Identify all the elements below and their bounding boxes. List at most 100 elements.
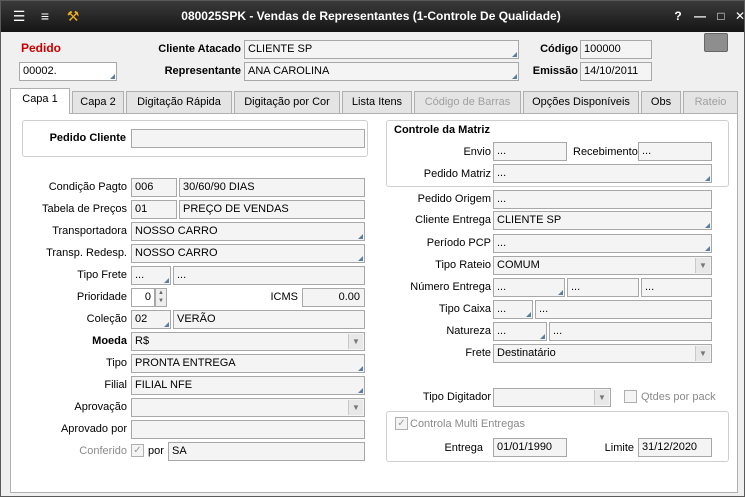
- prioridade-field[interactable]: 0: [131, 288, 155, 307]
- tabela-precos-desc[interactable]: PREÇO DE VENDAS: [179, 200, 365, 219]
- tipo-digitador-label: Tipo Digitador: [422, 391, 491, 403]
- controle-matriz-title: Controle da Matriz: [394, 124, 490, 136]
- pedido-field[interactable]: 00002.: [19, 62, 117, 81]
- emissao-field[interactable]: 14/10/2011: [580, 62, 652, 81]
- traffic-light-icon[interactable]: ≡: [35, 7, 55, 25]
- transportadora-label: Transportadora: [52, 225, 127, 237]
- close-button[interactable]: ✕: [731, 7, 745, 25]
- tipo-frete-label: Tipo Frete: [77, 269, 127, 281]
- transp-redesp-label: Transp. Redesp.: [46, 247, 127, 259]
- qtdes-por-pack-label: Qtdes por pack: [641, 391, 716, 403]
- tab-digitacao-por-cor[interactable]: Digitação por Cor: [234, 91, 340, 113]
- prioridade-label: Prioridade: [76, 291, 127, 303]
- tipo-rateio-value: COMUM: [497, 259, 540, 271]
- envio-label: Envio: [463, 146, 491, 158]
- tabela-precos-code[interactable]: 01: [131, 200, 177, 219]
- tipo-rateio-select[interactable]: COMUM ▼: [493, 256, 712, 275]
- tab-obs[interactable]: Obs: [641, 91, 681, 113]
- title-bar: ☰ ≡ ⚒ 080025SPK - Vendas de Representant…: [1, 1, 745, 32]
- cliente-value: CLIENTE SP: [248, 43, 313, 55]
- tipo-caixa-desc[interactable]: ...: [535, 300, 712, 319]
- colecao-desc[interactable]: VERÃO: [173, 310, 365, 329]
- controla-multi-entregas-checkbox[interactable]: ✓: [395, 417, 408, 430]
- aprovado-por-field[interactable]: [131, 420, 365, 439]
- limite-field[interactable]: 31/12/2020: [638, 438, 712, 457]
- tipo-rateio-label: Tipo Rateio: [435, 259, 491, 271]
- condicao-pagto-desc[interactable]: 30/60/90 DIAS: [179, 178, 365, 197]
- filial-label: Filial: [104, 379, 127, 391]
- cliente-entrega-field[interactable]: CLIENTE SP: [493, 211, 712, 230]
- aprovacao-select[interactable]: ▼: [131, 398, 365, 417]
- tab-capa-2[interactable]: Capa 2: [72, 91, 124, 113]
- chevron-down-icon: ▼: [348, 334, 363, 349]
- natureza-code[interactable]: ...: [493, 322, 547, 341]
- pedido-matriz-value: ...: [497, 167, 507, 179]
- pedido-matriz-field[interactable]: ...: [493, 164, 712, 183]
- pedido-origem-field[interactable]: ...: [493, 190, 712, 209]
- qtdes-por-pack-checkbox[interactable]: [624, 390, 637, 403]
- periodo-pcp-field[interactable]: ...: [493, 234, 712, 253]
- por-field[interactable]: SA: [168, 442, 365, 461]
- transportadora-field[interactable]: NOSSO CARRO: [131, 222, 365, 241]
- frete-select[interactable]: Destinatário ▼: [493, 344, 712, 363]
- numero-entrega-1[interactable]: ...: [493, 278, 565, 297]
- tipo-label: Tipo: [106, 357, 127, 369]
- moeda-select[interactable]: R$ ▼: [131, 332, 365, 351]
- tab-codigo-de-barras: Código de Barras: [414, 91, 521, 113]
- tab-digitacao-rapida[interactable]: Digitação Rápida: [126, 91, 232, 113]
- tipo-frete-code[interactable]: ...: [131, 266, 171, 285]
- tipo-caixa-code[interactable]: ...: [493, 300, 533, 319]
- frete-value: Destinatário: [497, 347, 556, 359]
- chevron-down-icon: ▼: [594, 390, 609, 405]
- tab-capa-1[interactable]: Capa 1: [10, 88, 70, 114]
- tipo-digitador-select[interactable]: ▼: [493, 388, 611, 407]
- cliente-entrega-label: Cliente Entrega: [415, 214, 491, 226]
- natureza-desc[interactable]: ...: [549, 322, 712, 341]
- tipo-caixa-label: Tipo Caixa: [438, 303, 491, 315]
- minimize-button[interactable]: —: [691, 7, 709, 25]
- status-indicator: [704, 33, 728, 52]
- numero-entrega-1-value: ...: [497, 281, 507, 293]
- tipo-caixa-code-value: ...: [497, 303, 507, 315]
- maximize-button[interactable]: □: [712, 7, 730, 25]
- aprovacao-label: Aprovação: [74, 401, 127, 413]
- wrench-icon[interactable]: ⚒: [63, 7, 83, 25]
- prioridade-spinner[interactable]: ▲ ▼: [155, 288, 167, 307]
- natureza-code-value: ...: [497, 325, 507, 337]
- recebimento-field[interactable]: ...: [638, 142, 712, 161]
- entrega-label: Entrega: [444, 442, 483, 454]
- pedido-cliente-label: Pedido Cliente: [49, 132, 126, 144]
- condicao-pagto-code[interactable]: 006: [131, 178, 177, 197]
- window-title: 080025SPK - Vendas de Representantes (1-…: [181, 9, 561, 23]
- condicao-pagto-label: Condição Pagto: [48, 181, 127, 193]
- tabela-precos-label: Tabela de Preços: [42, 203, 127, 215]
- main-window: ☰ ≡ ⚒ 080025SPK - Vendas de Representant…: [0, 0, 745, 497]
- colecao-code[interactable]: 02: [131, 310, 171, 329]
- icms-field[interactable]: 0.00: [302, 288, 365, 307]
- emissao-label: Emissão: [532, 65, 578, 77]
- codigo-field[interactable]: 100000: [580, 40, 652, 59]
- filial-value: FILIAL NFE: [135, 379, 193, 391]
- icms-label: ICMS: [270, 291, 299, 303]
- numero-entrega-3[interactable]: ...: [641, 278, 712, 297]
- representante-field[interactable]: ANA CAROLINA: [244, 62, 519, 81]
- numero-entrega-2[interactable]: ...: [567, 278, 639, 297]
- tab-opcoes-disponiveis[interactable]: Opções Disponíveis: [523, 91, 639, 113]
- cliente-field[interactable]: CLIENTE SP: [244, 40, 519, 59]
- filial-field[interactable]: FILIAL NFE: [131, 376, 365, 395]
- tipo-frete-code-value: ...: [135, 269, 145, 281]
- tab-rateio: Rateio: [683, 91, 738, 113]
- window-menu-icon[interactable]: ☰: [9, 7, 29, 25]
- tipo-frete-desc[interactable]: ...: [173, 266, 365, 285]
- numero-entrega-label: Número Entrega: [410, 281, 491, 293]
- pedido-cliente-field[interactable]: [131, 129, 365, 148]
- tipo-field[interactable]: PRONTA ENTREGA: [131, 354, 365, 373]
- envio-field[interactable]: ...: [493, 142, 567, 161]
- conferido-checkbox[interactable]: ✓: [131, 444, 144, 457]
- cliente-entrega-value: CLIENTE SP: [497, 214, 562, 226]
- transp-redesp-field[interactable]: NOSSO CARRO: [131, 244, 365, 263]
- help-button[interactable]: ?: [669, 7, 687, 25]
- controla-multi-entregas-label: Controla Multi Entregas: [410, 418, 525, 430]
- entrega-field[interactable]: 01/01/1990: [493, 438, 567, 457]
- tab-lista-itens[interactable]: Lista Itens: [342, 91, 412, 113]
